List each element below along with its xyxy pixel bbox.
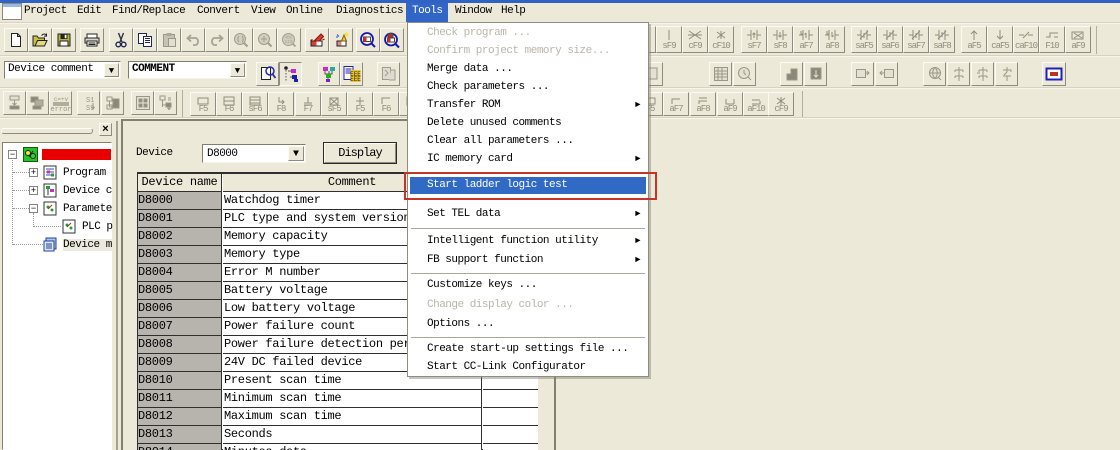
svg-text:c=+v: c=+v — [53, 96, 68, 103]
svg-text:error: error — [51, 106, 71, 112]
svg-text:EEE: EEE — [350, 76, 361, 83]
svg-text:123: 123 — [284, 39, 292, 45]
